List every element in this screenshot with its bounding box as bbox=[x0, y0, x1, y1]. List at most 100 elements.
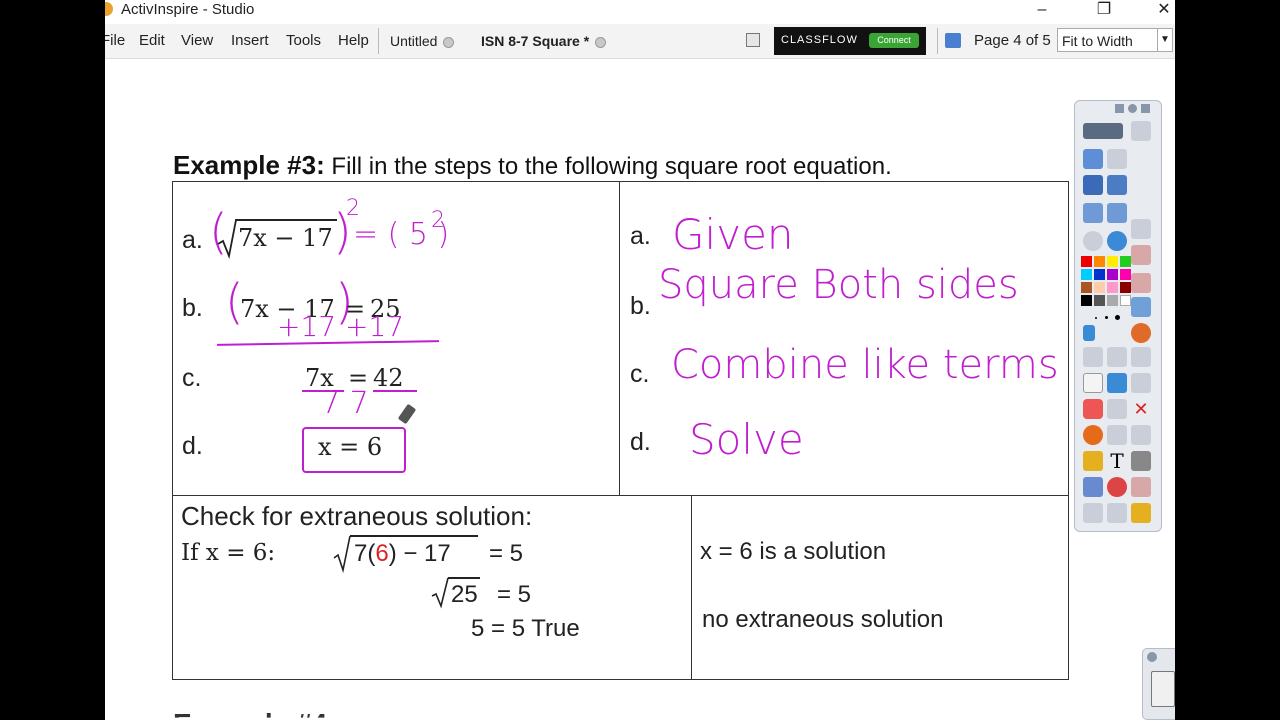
color-swatch[interactable] bbox=[1094, 269, 1105, 280]
width-dot[interactable] bbox=[1105, 316, 1108, 319]
check-expr-post: ) − 17 bbox=[388, 540, 451, 567]
color-swatch[interactable] bbox=[1120, 269, 1131, 280]
step-label-b: b. bbox=[182, 294, 203, 322]
toolbox-dock-icon[interactable] bbox=[1083, 123, 1123, 139]
clear-icon[interactable] bbox=[1131, 503, 1151, 523]
radical-sign bbox=[431, 577, 449, 609]
toolbox-pin-icon[interactable] bbox=[1128, 104, 1137, 113]
tab-isn-8-7-square[interactable]: ISN 8-7 Square * bbox=[481, 26, 607, 56]
screen-shade-icon[interactable] bbox=[1131, 273, 1151, 293]
pen-width-slider[interactable] bbox=[1083, 325, 1095, 341]
menu-tools[interactable]: Tools bbox=[286, 32, 321, 49]
connector-icon[interactable] bbox=[1107, 425, 1127, 445]
radical-sign bbox=[333, 535, 351, 574]
page-browser-icon[interactable] bbox=[1107, 149, 1127, 169]
color-swatch[interactable] bbox=[1081, 282, 1092, 293]
shape-icon[interactable] bbox=[1083, 425, 1103, 445]
restore-button[interactable]: ❐ bbox=[1081, 0, 1127, 22]
color-swatch[interactable] bbox=[1107, 282, 1118, 293]
color-swatch[interactable] bbox=[1094, 282, 1105, 293]
reset-page-icon[interactable] bbox=[1083, 231, 1103, 251]
trash-close-icon[interactable] bbox=[1147, 652, 1157, 662]
tools-icon[interactable] bbox=[1107, 347, 1127, 367]
select-icon[interactable] bbox=[1083, 347, 1103, 367]
desktop-tools-icon[interactable] bbox=[1107, 175, 1127, 195]
reason-d-solve: Solve bbox=[689, 415, 804, 464]
toolbox-menu-icon[interactable] bbox=[1115, 104, 1124, 113]
magic-ink-icon-2[interactable] bbox=[1107, 399, 1127, 419]
color-swatch[interactable] bbox=[1120, 295, 1131, 306]
color-swatch[interactable] bbox=[1120, 282, 1131, 293]
previous-page-icon[interactable] bbox=[1083, 203, 1103, 223]
desktop-annotate-icon[interactable] bbox=[1083, 175, 1103, 195]
radical-bar bbox=[350, 535, 478, 537]
menu-divider bbox=[937, 28, 938, 54]
check-substituted-value: 6 bbox=[375, 540, 389, 567]
tab-untitled[interactable]: Untitled bbox=[390, 26, 455, 56]
magic-ink-icon[interactable] bbox=[1131, 373, 1151, 393]
camera-icon[interactable] bbox=[1131, 323, 1151, 343]
delete-icon[interactable]: ✕ bbox=[1131, 399, 1151, 419]
step-label-d: d. bbox=[182, 432, 203, 460]
color-swatch[interactable] bbox=[1081, 256, 1092, 267]
width-dot[interactable] bbox=[1095, 317, 1097, 319]
spotlight-icon[interactable] bbox=[1131, 297, 1151, 317]
reset-icon[interactable] bbox=[1107, 477, 1127, 497]
trash-bin-icon[interactable] bbox=[1151, 671, 1175, 707]
tab-close-icon[interactable] bbox=[595, 36, 607, 48]
text-icon[interactable] bbox=[1131, 219, 1151, 239]
highlighter-icon[interactable] bbox=[1107, 373, 1127, 393]
color-swatch[interactable] bbox=[1094, 256, 1105, 267]
ink-exponent-a2: 2 bbox=[431, 208, 445, 233]
zoom-dropdown[interactable]: Fit to Width ▼ bbox=[1057, 28, 1173, 52]
undo-icon[interactable] bbox=[1083, 503, 1103, 523]
image-icon[interactable] bbox=[1083, 451, 1103, 471]
tab-close-icon[interactable] bbox=[443, 36, 455, 48]
color-swatch[interactable] bbox=[1094, 295, 1105, 306]
container-icon[interactable] bbox=[1131, 347, 1151, 367]
reason-label-d: d. bbox=[630, 428, 651, 456]
chevron-down-icon[interactable]: ▼ bbox=[1157, 29, 1172, 51]
menu-help[interactable]: Help bbox=[338, 32, 369, 49]
toolbox-profile-icon[interactable] bbox=[1131, 121, 1151, 141]
pen-icon[interactable] bbox=[1083, 373, 1103, 393]
redo-icon[interactable] bbox=[1107, 503, 1127, 523]
main-menu-icon[interactable] bbox=[1083, 149, 1103, 169]
eraser-icon[interactable] bbox=[1083, 399, 1103, 419]
close-button[interactable]: ✕ bbox=[1141, 0, 1175, 22]
print-icon[interactable] bbox=[1131, 451, 1151, 471]
revealer-icon[interactable] bbox=[1083, 477, 1103, 497]
menu-insert[interactable]: Insert bbox=[231, 32, 269, 49]
color-swatch[interactable] bbox=[1081, 295, 1092, 306]
next-page-icon[interactable] bbox=[1107, 203, 1127, 223]
check-title: Check for extraneous solution: bbox=[181, 501, 533, 531]
color-palette[interactable] bbox=[1081, 256, 1131, 306]
fill-icon[interactable] bbox=[1131, 425, 1151, 445]
width-dot[interactable] bbox=[1115, 315, 1120, 320]
pen-width-dots[interactable] bbox=[1095, 315, 1127, 321]
page-browser-icon[interactable] bbox=[746, 33, 760, 47]
trash-can-icon[interactable] bbox=[1142, 648, 1175, 720]
text-tool-icon[interactable]: T bbox=[1107, 451, 1127, 471]
clipboard-icon[interactable] bbox=[1131, 245, 1151, 265]
classflow-banner[interactable]: CLASSFLOW Connect bbox=[774, 27, 926, 55]
toolbox-controls[interactable] bbox=[1115, 104, 1155, 114]
web-browser-icon[interactable] bbox=[1107, 231, 1127, 251]
color-swatch[interactable] bbox=[1107, 256, 1118, 267]
color-swatch[interactable] bbox=[1107, 295, 1118, 306]
classflow-connect-button[interactable]: Connect bbox=[869, 33, 919, 48]
color-swatch[interactable] bbox=[1120, 256, 1131, 267]
menu-view[interactable]: View bbox=[181, 32, 213, 49]
menu-divider bbox=[378, 28, 379, 54]
menu-edit[interactable]: Edit bbox=[139, 32, 165, 49]
main-toolbox[interactable]: ✕ T bbox=[1074, 100, 1162, 532]
color-swatch[interactable] bbox=[1107, 269, 1118, 280]
minimize-button[interactable]: – bbox=[1019, 0, 1065, 22]
reason-a-given: Given bbox=[672, 210, 794, 259]
dual-user-icon[interactable] bbox=[945, 33, 961, 48]
menu-file[interactable]: File bbox=[105, 32, 125, 49]
toolbox-close-icon[interactable] bbox=[1141, 104, 1150, 113]
menu-bar: File Edit View Insert Tools Help Untitle… bbox=[105, 24, 1175, 59]
record-icon[interactable] bbox=[1131, 477, 1151, 497]
color-swatch[interactable] bbox=[1081, 269, 1092, 280]
